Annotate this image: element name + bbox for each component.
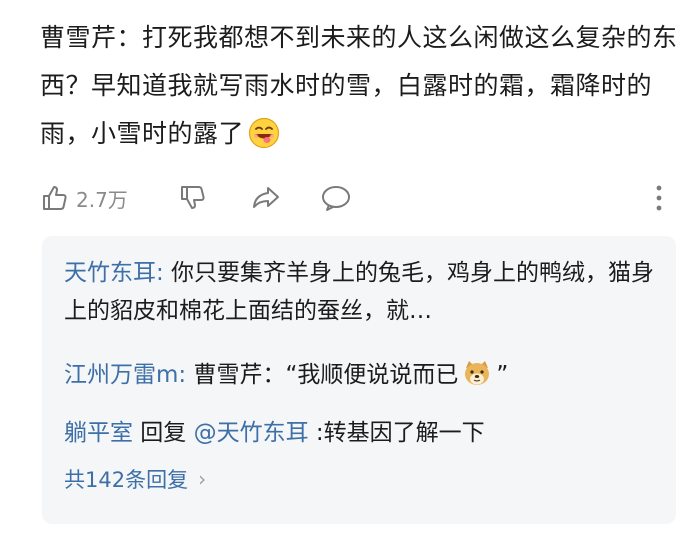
more-replies-link[interactable]: 共142条回复 › (64, 464, 206, 494)
reply-mention[interactable]: @天竹东耳 (194, 420, 309, 446)
reply-author[interactable]: 江州万雷m (64, 362, 178, 388)
share-icon (253, 187, 279, 208)
thumbs-down-icon (181, 186, 205, 209)
doge-emoji-icon (465, 361, 490, 385)
reply-word: 回复 (133, 420, 194, 446)
comment-author[interactable]: 曹雪芹 (40, 23, 117, 52)
reply-item[interactable]: 天竹东耳: 你只要集齐羊身上的兔毛，鸡身上的鸭绒，猫身上的貂皮和棉花上面结的蚕丝… (64, 254, 664, 330)
more-vertical-icon (656, 185, 662, 211)
comment-separator: ： (116, 23, 143, 52)
thumbs-up-icon (43, 186, 67, 210)
reply-text-end: ” (496, 362, 509, 388)
comment-body: 曹雪芹：打死我都想不到未来的人这么闲做这么复杂的东西？早知道我就写雨水时的雪，白… (40, 14, 680, 158)
comment-actions: 2.7万 (40, 176, 676, 220)
like-button[interactable]: 2.7万 (40, 176, 128, 220)
comment-icon (322, 186, 350, 211)
more-replies-label: 共142条回复 (64, 468, 189, 492)
reply-text: 曹雪芹：“我顺便说说而已 (186, 362, 459, 388)
reply-item[interactable]: 江州万雷m: 曹雪芹：“我顺便说说而已 ” (64, 356, 664, 394)
dislike-button[interactable] (178, 176, 208, 220)
reply-author[interactable]: 躺平室 (64, 420, 133, 446)
reply-text: :转基因了解一下 (308, 420, 485, 446)
reply-button[interactable] (320, 176, 352, 220)
grinning-tongue-emoji-icon (248, 117, 280, 149)
reply-separator: : (156, 260, 164, 286)
replies-panel: 天竹东耳: 你只要集齐羊身上的兔毛，鸡身上的鸭绒，猫身上的貂皮和棉花上面结的蚕丝… (42, 236, 676, 524)
share-button[interactable] (250, 176, 282, 220)
more-options-button[interactable] (654, 176, 664, 220)
reply-author[interactable]: 天竹东耳 (64, 260, 156, 286)
chevron-right-icon: › (198, 467, 207, 491)
like-count: 2.7万 (76, 187, 128, 212)
reply-separator: : (178, 362, 187, 388)
reply-item[interactable]: 躺平室 回复 @天竹东耳 :转基因了解一下 (64, 414, 664, 452)
